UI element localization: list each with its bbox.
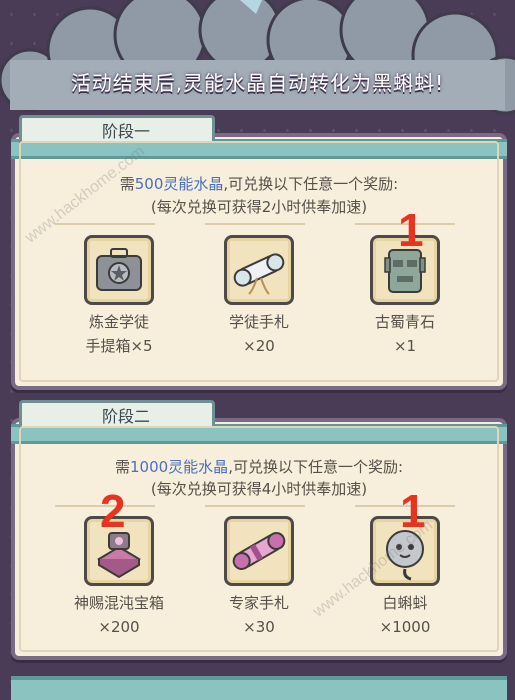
reward-item[interactable]: 炼金学徒 手提箱×5 bbox=[59, 235, 179, 356]
stage-tab-2: 阶段二 bbox=[19, 400, 215, 428]
stage-panel-3-partial bbox=[11, 676, 507, 700]
reward-item[interactable]: 专家手札 ×30 bbox=[199, 516, 319, 637]
stage-panel-2: 阶段二 需1000灵能水晶,可兑换以下任意一个奖励: (每次兑换可获得4小时供奉… bbox=[11, 400, 507, 660]
reward-item[interactable]: 学徒手札 ×20 bbox=[199, 235, 319, 356]
annotation-number: 2 bbox=[100, 485, 126, 537]
stage-2-note: (每次兑换可获得4小时供奉加速) bbox=[150, 480, 368, 498]
expert-scroll-icon bbox=[224, 516, 294, 586]
event-notice-banner: 活动结束后,灵能水晶自动转化为黑蝌蚪! bbox=[70, 71, 445, 95]
suitcase-icon bbox=[84, 235, 154, 305]
scroll-icon bbox=[224, 235, 294, 305]
stage-2-requirement: 需1000灵能水晶,可兑换以下任意一个奖励: bbox=[114, 458, 404, 476]
stage-tab-1: 阶段一 bbox=[19, 115, 215, 143]
stage-panel-1: 阶段一 需500灵能水晶,可兑换以下任意一个奖励: (每次兑换可获得2小时供奉加… bbox=[11, 115, 507, 390]
annotation-number: 1 bbox=[398, 204, 424, 256]
